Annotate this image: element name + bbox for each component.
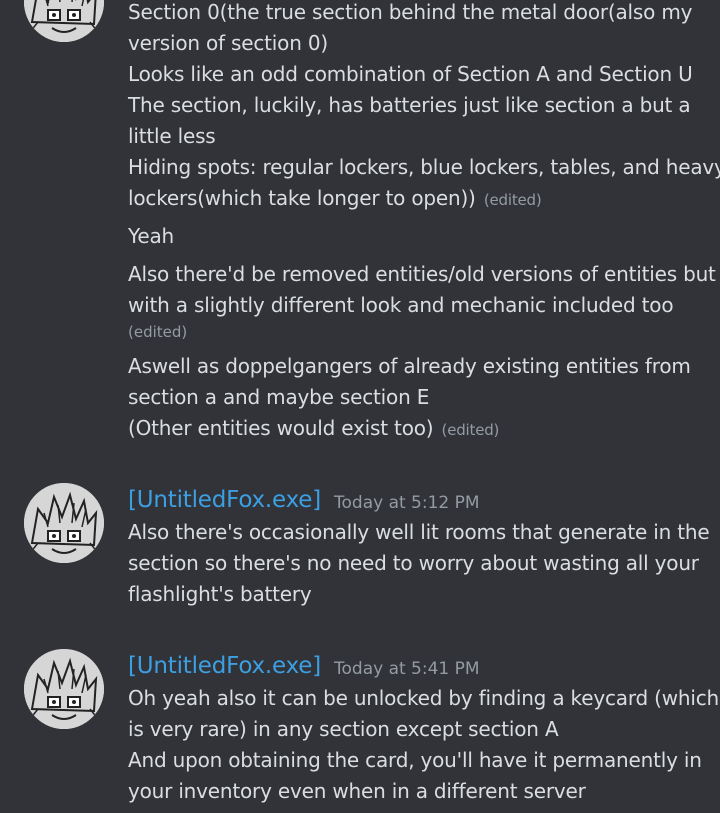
message-text: (Other entities would exist too) — [128, 416, 434, 440]
user-avatar[interactable] — [24, 483, 104, 563]
edited-label: (edited) — [483, 191, 542, 209]
message-line: your inventory even when in a different … — [128, 779, 586, 803]
message-line: Looks like an odd combination of Section… — [128, 62, 693, 86]
username[interactable]: [UntitledFox.exe] — [128, 484, 321, 516]
message-line: And upon obtaining the card, you'll have… — [128, 748, 702, 772]
edited-label: (edited) — [128, 323, 188, 341]
username[interactable]: [UntitledFox.exe] — [128, 650, 321, 682]
fox-drawing-avatar-icon — [24, 649, 104, 729]
message-timestamp: Today at 5:12 PM — [334, 493, 480, 513]
message-timestamp: Today at 5:41 PM — [334, 659, 480, 679]
message-line: Yeah — [128, 224, 174, 248]
edited-label: (edited) — [441, 421, 500, 439]
message-text: lockers(which take longer to open)) — [128, 186, 476, 210]
message-line: Aswell as doppelgangers of already exist… — [128, 354, 691, 378]
message-line: section a and maybe section E — [128, 385, 430, 409]
message-line: Oh yeah also it can be unlocked by findi… — [128, 686, 720, 710]
message-line: little less — [128, 124, 216, 148]
message-line: Also there's occasionally well lit rooms… — [128, 520, 710, 544]
message-line: Also there'd be removed entities/old ver… — [128, 262, 716, 286]
user-avatar[interactable] — [24, 649, 104, 729]
fox-drawing-avatar-icon — [24, 0, 104, 42]
message-line: The section, luckily, has batteries just… — [128, 93, 691, 117]
fox-drawing-avatar-icon — [24, 483, 104, 563]
message-line: (Other entities would exist too) (edited… — [128, 413, 499, 446]
message-line: flashlight's battery — [128, 582, 312, 606]
message-line: is very rare) in any section except sect… — [128, 717, 559, 741]
message-line: Hiding spots: regular lockers, blue lock… — [128, 155, 720, 179]
message-line: section so there's no need to worry abou… — [128, 551, 699, 575]
message-line: version of section 0) — [128, 31, 328, 55]
message-line: Section 0(the true section behind the me… — [128, 0, 693, 24]
message-line: lockers(which take longer to open)) (edi… — [128, 183, 542, 216]
message-line: with a slightly different look and mecha… — [128, 293, 674, 317]
user-avatar[interactable] — [24, 0, 104, 42]
chat-log: Section 0(the true section behind the me… — [0, 0, 720, 813]
